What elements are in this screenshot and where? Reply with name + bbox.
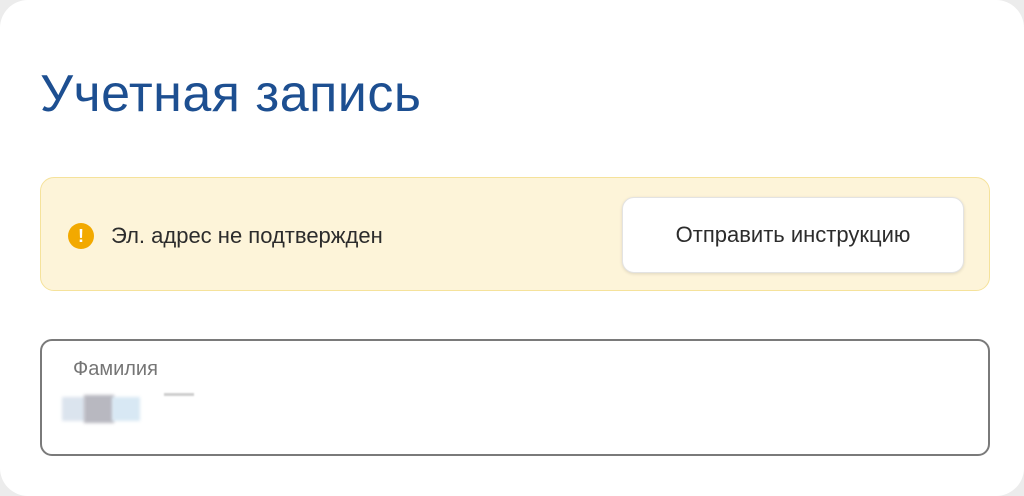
email-unverified-alert: ! Эл. адрес не подтвержден Отправить инс… [40, 177, 990, 291]
page-title: Учетная запись [40, 65, 422, 123]
redacted-block [112, 397, 140, 421]
redacted-block [62, 397, 86, 421]
alert-message: Эл. адрес не подтвержден [111, 223, 383, 248]
redacted-block [164, 393, 194, 396]
lastname-field[interactable]: Фамилия [40, 339, 990, 456]
redacted-block [84, 395, 114, 423]
lastname-value-redacted[interactable] [60, 391, 220, 425]
send-instruction-button[interactable]: Отправить инструкцию [622, 197, 964, 273]
account-card: Учетная запись ! Эл. адрес не подтвержде… [0, 0, 1024, 496]
warning-icon: ! [68, 223, 94, 249]
lastname-label: Фамилия [73, 358, 158, 380]
